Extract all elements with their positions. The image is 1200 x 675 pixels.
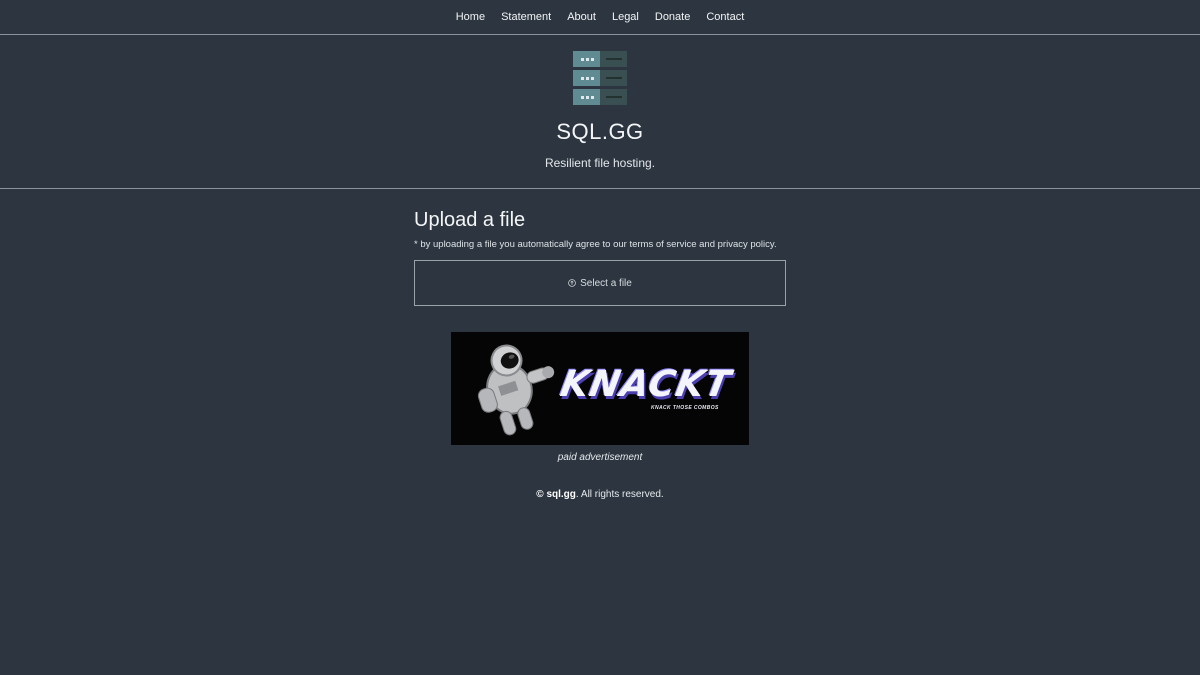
ad-subtitle: KNACK THOSE COMBOS (651, 405, 719, 411)
nav-home[interactable]: Home (456, 11, 485, 23)
terms-notice: * by uploading a file you automatically … (414, 239, 777, 250)
footer-rights: . All rights reserved. (575, 489, 664, 500)
nav-donate[interactable]: Donate (655, 11, 690, 23)
upload-circle-icon (568, 279, 576, 287)
select-file-button[interactable]: Select a file (414, 260, 786, 306)
site-tagline: Resilient file hosting. (544, 156, 656, 170)
site-header: SQL.GG Resilient file hosting. (0, 35, 1200, 189)
nav-contact[interactable]: Contact (706, 11, 744, 23)
select-file-label: Select a file (580, 277, 632, 289)
nav-about[interactable]: About (567, 11, 596, 23)
top-navigation: Home Statement About Legal Donate Contac… (0, 0, 1200, 35)
nav-statement[interactable]: Statement (501, 11, 551, 23)
ad-brand-logo: KNACKT (557, 364, 735, 405)
astronaut-illustration (477, 344, 555, 436)
footer: © sql.gg. All rights reserved. (414, 489, 786, 500)
ad-caption: paid advertisement (557, 452, 643, 463)
server-rack-icon (573, 51, 627, 105)
advertisement-banner[interactable]: KNACKT KNACK THOSE COMBOS (451, 332, 749, 445)
upload-title: Upload a file (414, 209, 526, 231)
footer-brand: © sql.gg (536, 489, 576, 500)
site-title: SQL.GG (556, 119, 644, 144)
nav-legal[interactable]: Legal (612, 11, 639, 23)
